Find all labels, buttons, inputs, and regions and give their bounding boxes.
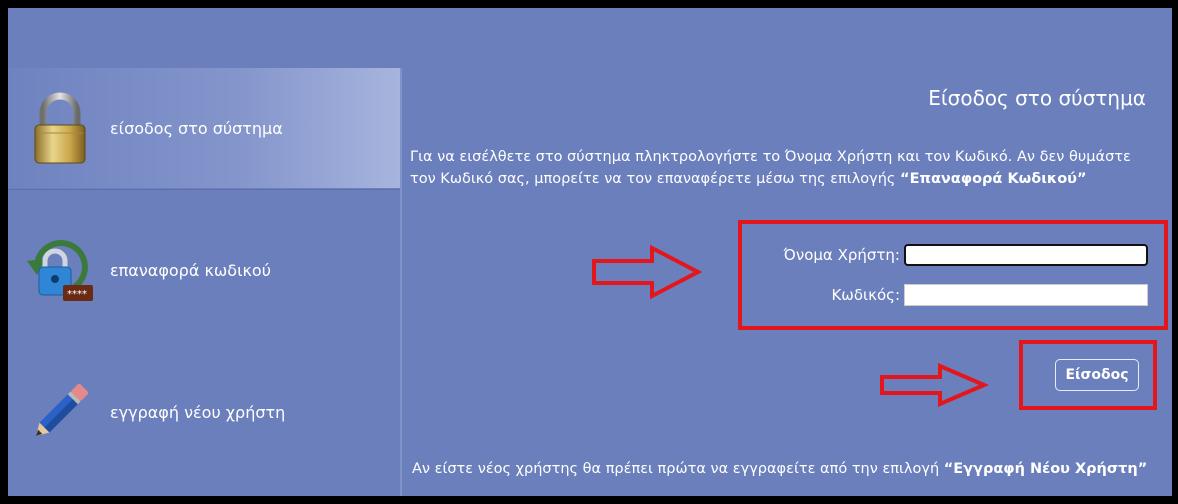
password-row: Κωδικός:	[768, 284, 1148, 306]
sidebar-item-login[interactable]: είσοδος στο σύστημα	[8, 68, 400, 188]
username-label: Όνομα Χρήστη:	[783, 246, 900, 264]
sidebar-item-reset-password[interactable]: **** επαναφορά κωδικού	[8, 210, 400, 330]
intro-text: Για να εισέλθετε στο σύστημα πληκτρολογή…	[410, 146, 1150, 190]
padlock-icon	[14, 88, 106, 168]
sidebar-edge	[400, 68, 402, 496]
sidebar-divider	[8, 189, 400, 190]
sidebar-item-label: επαναφορά κωδικού	[110, 260, 271, 280]
footer-text-body: Αν είστε νέος χρήστης θα πρέπει πρώτα να…	[412, 461, 944, 477]
sidebar-item-label: είσοδος στο σύστημα	[110, 118, 283, 138]
arrow-annotation-icon	[880, 363, 990, 407]
password-label: Κωδικός:	[831, 286, 900, 304]
pencil-icon	[14, 372, 106, 452]
sidebar-item-label: εγγραφή νέου χρήστη	[110, 402, 286, 422]
footer-text: Αν είστε νέος χρήστης θα πρέπει πρώτα να…	[412, 458, 1152, 480]
page-title: Είσοδος στο σύστημα	[928, 86, 1146, 110]
username-input[interactable]	[904, 244, 1148, 266]
reset-password-link: “Επαναφορά Κωδικού”	[900, 171, 1087, 187]
password-input[interactable]	[904, 284, 1148, 306]
username-row: Όνομα Χρήστη:	[768, 244, 1148, 266]
register-link: “Εγγραφή Νέου Χρήστη”	[943, 461, 1148, 477]
svg-text:****: ****	[67, 289, 87, 300]
arrow-annotation-icon	[592, 244, 703, 300]
login-page: είσοδος στο σύστημα **** επαναφορά κωδικ…	[8, 8, 1172, 496]
login-button[interactable]: Είσοδος	[1055, 359, 1139, 391]
password-reset-icon: ****	[14, 230, 106, 310]
credentials-highlight-box	[738, 220, 1168, 330]
sidebar-item-register[interactable]: εγγραφή νέου χρήστη	[8, 352, 400, 472]
